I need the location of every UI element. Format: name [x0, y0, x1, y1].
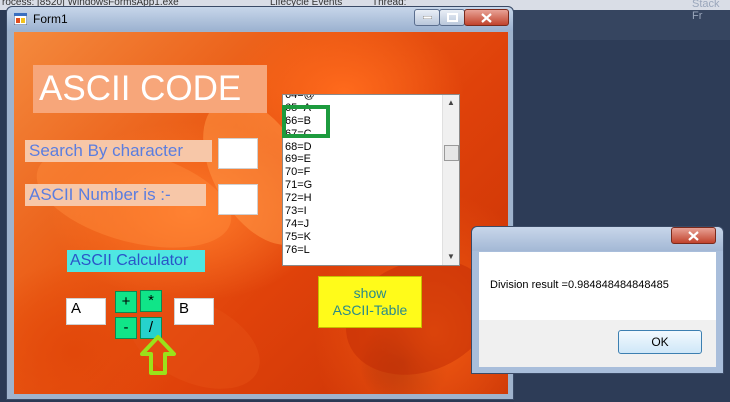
- close-button[interactable]: [464, 9, 509, 26]
- show-button-line2: ASCII-Table: [332, 302, 408, 318]
- form1-client-area: ASCII CODE Search By character ASCII Num…: [14, 32, 508, 394]
- ascii-list-item[interactable]: 72=H: [285, 192, 440, 205]
- ascii-list-item[interactable]: 75=K: [285, 231, 440, 244]
- highlight-box: [282, 105, 330, 138]
- ascii-list-item[interactable]: 74=J: [285, 218, 440, 231]
- show-button-line1: show: [353, 285, 387, 301]
- scroll-down-arrow-icon[interactable]: ▼: [443, 249, 459, 265]
- subtract-button[interactable]: -: [115, 317, 137, 339]
- listbox-scrollbar[interactable]: ▲ ▼: [442, 95, 459, 265]
- message-box-footer: OK: [479, 320, 716, 367]
- ascii-list-item[interactable]: 71=G: [285, 179, 440, 192]
- message-box-window: Division result =0.984848484848485 OK: [471, 226, 724, 374]
- add-button[interactable]: +: [115, 291, 137, 313]
- form1-title: Form1: [33, 12, 68, 26]
- close-icon: [481, 12, 492, 23]
- maximize-icon: [446, 13, 458, 22]
- search-character-input[interactable]: [218, 138, 258, 169]
- ascii-list-item[interactable]: 68=D: [285, 141, 440, 154]
- message-box-title-bar[interactable]: [472, 227, 723, 251]
- division-result-text: Division result =0.984848484848485: [490, 279, 669, 291]
- ok-button[interactable]: OK: [618, 330, 702, 354]
- scroll-up-arrow-icon[interactable]: ▲: [443, 95, 459, 111]
- multiply-button[interactable]: *: [140, 290, 162, 312]
- ascii-number-label: ASCII Number is :-: [25, 184, 206, 206]
- scroll-thumb[interactable]: [444, 145, 459, 161]
- ascii-list-item[interactable]: 64=@: [285, 95, 440, 102]
- up-arrow-icon: [140, 335, 176, 375]
- window-app-icon: [14, 13, 27, 25]
- maximize-button[interactable]: [439, 9, 465, 26]
- show-ascii-table-button[interactable]: show ASCII-Table: [318, 276, 422, 328]
- search-by-character-label: Search By character: [25, 140, 212, 162]
- minimize-button[interactable]: [414, 9, 440, 26]
- ascii-code-heading: ASCII CODE: [33, 65, 267, 113]
- message-close-button[interactable]: [671, 227, 716, 244]
- ascii-list-item[interactable]: 70=F: [285, 166, 440, 179]
- close-icon: [688, 230, 699, 241]
- stack-frame-text: Stack Fr: [692, 0, 720, 22]
- ascii-list-item[interactable]: 76=L: [285, 244, 440, 257]
- minimize-icon: [422, 16, 432, 19]
- ascii-number-output[interactable]: [218, 184, 258, 215]
- ascii-list-item[interactable]: 69=E: [285, 153, 440, 166]
- operand-b-input[interactable]: B: [174, 298, 214, 325]
- ascii-calculator-label: ASCII Calculator: [67, 250, 205, 272]
- form1-window: Form1 ASCII CODE Search By character ASC…: [6, 6, 514, 400]
- message-box-body: Division result =0.984848484848485: [479, 252, 716, 320]
- form1-title-bar[interactable]: Form1: [7, 7, 513, 31]
- ascii-list-item[interactable]: 73=I: [285, 205, 440, 218]
- operand-a-input[interactable]: A: [66, 298, 106, 325]
